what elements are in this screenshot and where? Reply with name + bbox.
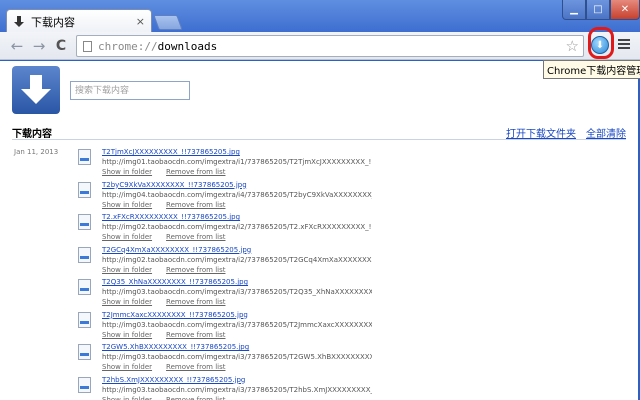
- file-url: http://img03.taobaocdn.com/imgextra/i3/7…: [102, 288, 372, 296]
- file-name-link[interactable]: T2hbS.XmJXXXXXXXXX_!!737865205.jpg: [102, 375, 628, 385]
- show-in-folder-link[interactable]: Show in folder: [102, 298, 152, 306]
- item-actions: Show in folder Remove from list: [102, 232, 628, 242]
- show-in-folder-link[interactable]: Show in folder: [102, 363, 152, 371]
- list-item: T2GCq4XmXaXXXXXXXX_!!737865205.jpg http:…: [78, 245, 628, 278]
- close-window-button[interactable]: ✕: [610, 0, 640, 20]
- download-arrow-icon: [21, 75, 51, 105]
- open-folder-link[interactable]: 打开下载文件夹: [506, 125, 576, 140]
- tooltip: Chrome下载内容管理器: [543, 60, 640, 79]
- toolbar: ← → C chrome://downloads ☆: [0, 32, 640, 60]
- item-actions: Show in folder Remove from list: [102, 362, 628, 372]
- file-name-link[interactable]: T2GW5.XhBXXXXXXXXX_!!737865205.jpg: [102, 342, 628, 352]
- clear-all-link[interactable]: 全部清除: [586, 125, 626, 140]
- divider: [12, 139, 626, 140]
- image-file-icon: [78, 376, 91, 393]
- remove-from-list-link[interactable]: Remove from list: [166, 363, 225, 371]
- remove-from-list-link[interactable]: Remove from list: [166, 298, 225, 306]
- menu-icon[interactable]: [618, 39, 630, 49]
- section-links: 打开下载文件夹 全部清除: [506, 125, 626, 140]
- show-in-folder-link[interactable]: Show in folder: [102, 168, 152, 176]
- item-actions: Show in folder Remove from list: [102, 200, 628, 210]
- list-item: T2Q35_XhNaXXXXXXXX_!!737865205.jpg http:…: [78, 277, 628, 310]
- list-item: T2.xFXcRXXXXXXXXX_!!737865205.jpg http:/…: [78, 212, 628, 245]
- file-name-link[interactable]: T2TjmXcJXXXXXXXXX_!!737865205.jpg: [102, 147, 628, 157]
- download-list: T2TjmXcJXXXXXXXXX_!!737865205.jpg http:/…: [78, 147, 628, 400]
- url-path: downloads: [157, 39, 218, 53]
- show-in-folder-link[interactable]: Show in folder: [102, 396, 152, 400]
- file-name-link[interactable]: T2JmmcXaxcXXXXXXXX_!!737865205.jpg: [102, 310, 628, 320]
- file-url: http://img03.taobaocdn.com/imgextra/i3/7…: [102, 385, 372, 394]
- remove-from-list-link[interactable]: Remove from list: [166, 396, 225, 400]
- file-name-link[interactable]: T2.xFXcRXXXXXXXXX_!!737865205.jpg: [102, 212, 628, 222]
- list-item: T2JmmcXaxcXXXXXXXX_!!737865205.jpg http:…: [78, 310, 628, 343]
- file-name-link[interactable]: T2Q35_XhNaXXXXXXXX_!!737865205.jpg: [102, 277, 628, 287]
- title-bar: 下载内容 × ▁ □ ✕: [0, 0, 640, 33]
- file-url: http://img01.taobaocdn.com/imgextra/i1/7…: [102, 158, 372, 166]
- file-url: http://img03.taobaocdn.com/imgextra/i3/7…: [102, 320, 372, 329]
- image-file-icon: [78, 246, 91, 263]
- section-title: 下载内容: [12, 129, 52, 140]
- item-actions: Show in folder Remove from list: [102, 297, 628, 307]
- download-manager-button[interactable]: ⬇: [591, 36, 609, 54]
- file-name-link[interactable]: T2GCq4XmXaXXXXXXXX_!!737865205.jpg: [102, 245, 628, 255]
- file-url: http://img03.taobaocdn.com/imgextra/i3/7…: [102, 353, 372, 361]
- list-item: T2byC9XkVaXXXXXXXX_!!737865205.jpg http:…: [78, 180, 628, 213]
- page-icon: [83, 40, 92, 52]
- download-icon: [13, 15, 25, 28]
- image-file-icon: [78, 311, 91, 328]
- image-file-icon: [78, 279, 91, 295]
- file-url: http://img02.taobaocdn.com/imgextra/i2/7…: [102, 255, 372, 264]
- url-scheme: chrome://: [98, 39, 158, 53]
- address-bar[interactable]: chrome://downloads ☆: [76, 35, 584, 57]
- image-file-icon: [78, 214, 91, 230]
- item-actions: Show in folder Remove from list: [102, 330, 628, 340]
- file-name-link[interactable]: T2byC9XkVaXXXXXXXX_!!737865205.jpg: [102, 180, 628, 190]
- downloads-logo: [12, 66, 60, 114]
- downloads-page: 下载内容 打开下载文件夹 全部清除 Jan 11, 2013 T2TjmXcJX…: [0, 61, 640, 400]
- remove-from-list-link[interactable]: Remove from list: [166, 266, 225, 274]
- item-actions: Show in folder Remove from list: [102, 265, 628, 275]
- list-item: T2GW5.XhBXXXXXXXXX_!!737865205.jpg http:…: [78, 342, 628, 375]
- item-actions: Show in folder Remove from list: [102, 395, 628, 400]
- show-in-folder-link[interactable]: Show in folder: [102, 331, 152, 339]
- minimize-button[interactable]: ▁: [562, 0, 586, 20]
- download-date: Jan 11, 2013: [14, 148, 59, 156]
- remove-from-list-link[interactable]: Remove from list: [166, 331, 225, 339]
- forward-button[interactable]: →: [30, 37, 48, 55]
- image-file-icon: [78, 344, 91, 360]
- tab-downloads[interactable]: 下载内容 ×: [6, 9, 152, 33]
- remove-from-list-link[interactable]: Remove from list: [166, 201, 225, 209]
- list-item: T2TjmXcJXXXXXXXXX_!!737865205.jpg http:/…: [78, 147, 628, 180]
- address-url: chrome://downloads: [98, 40, 217, 53]
- image-file-icon: [78, 181, 91, 198]
- tab-close-icon[interactable]: ×: [136, 16, 145, 27]
- remove-from-list-link[interactable]: Remove from list: [166, 168, 225, 176]
- file-url: http://img02.taobaocdn.com/imgextra/i2/7…: [102, 223, 372, 231]
- reload-button[interactable]: C: [52, 37, 70, 55]
- image-file-icon: [78, 149, 91, 165]
- maximize-button[interactable]: □: [586, 0, 610, 20]
- tab-title: 下载内容: [31, 15, 75, 29]
- back-button[interactable]: ←: [8, 37, 26, 55]
- show-in-folder-link[interactable]: Show in folder: [102, 233, 152, 241]
- show-in-folder-link[interactable]: Show in folder: [102, 266, 152, 274]
- search-input[interactable]: [70, 81, 190, 100]
- show-in-folder-link[interactable]: Show in folder: [102, 201, 152, 209]
- list-item: T2hbS.XmJXXXXXXXXX_!!737865205.jpg http:…: [78, 375, 628, 400]
- file-url: http://img04.taobaocdn.com/imgextra/i4/7…: [102, 190, 372, 199]
- remove-from-list-link[interactable]: Remove from list: [166, 233, 225, 241]
- new-tab-button[interactable]: [153, 15, 183, 30]
- item-actions: Show in folder Remove from list: [102, 167, 628, 177]
- bookmark-star-icon[interactable]: ☆: [566, 37, 579, 55]
